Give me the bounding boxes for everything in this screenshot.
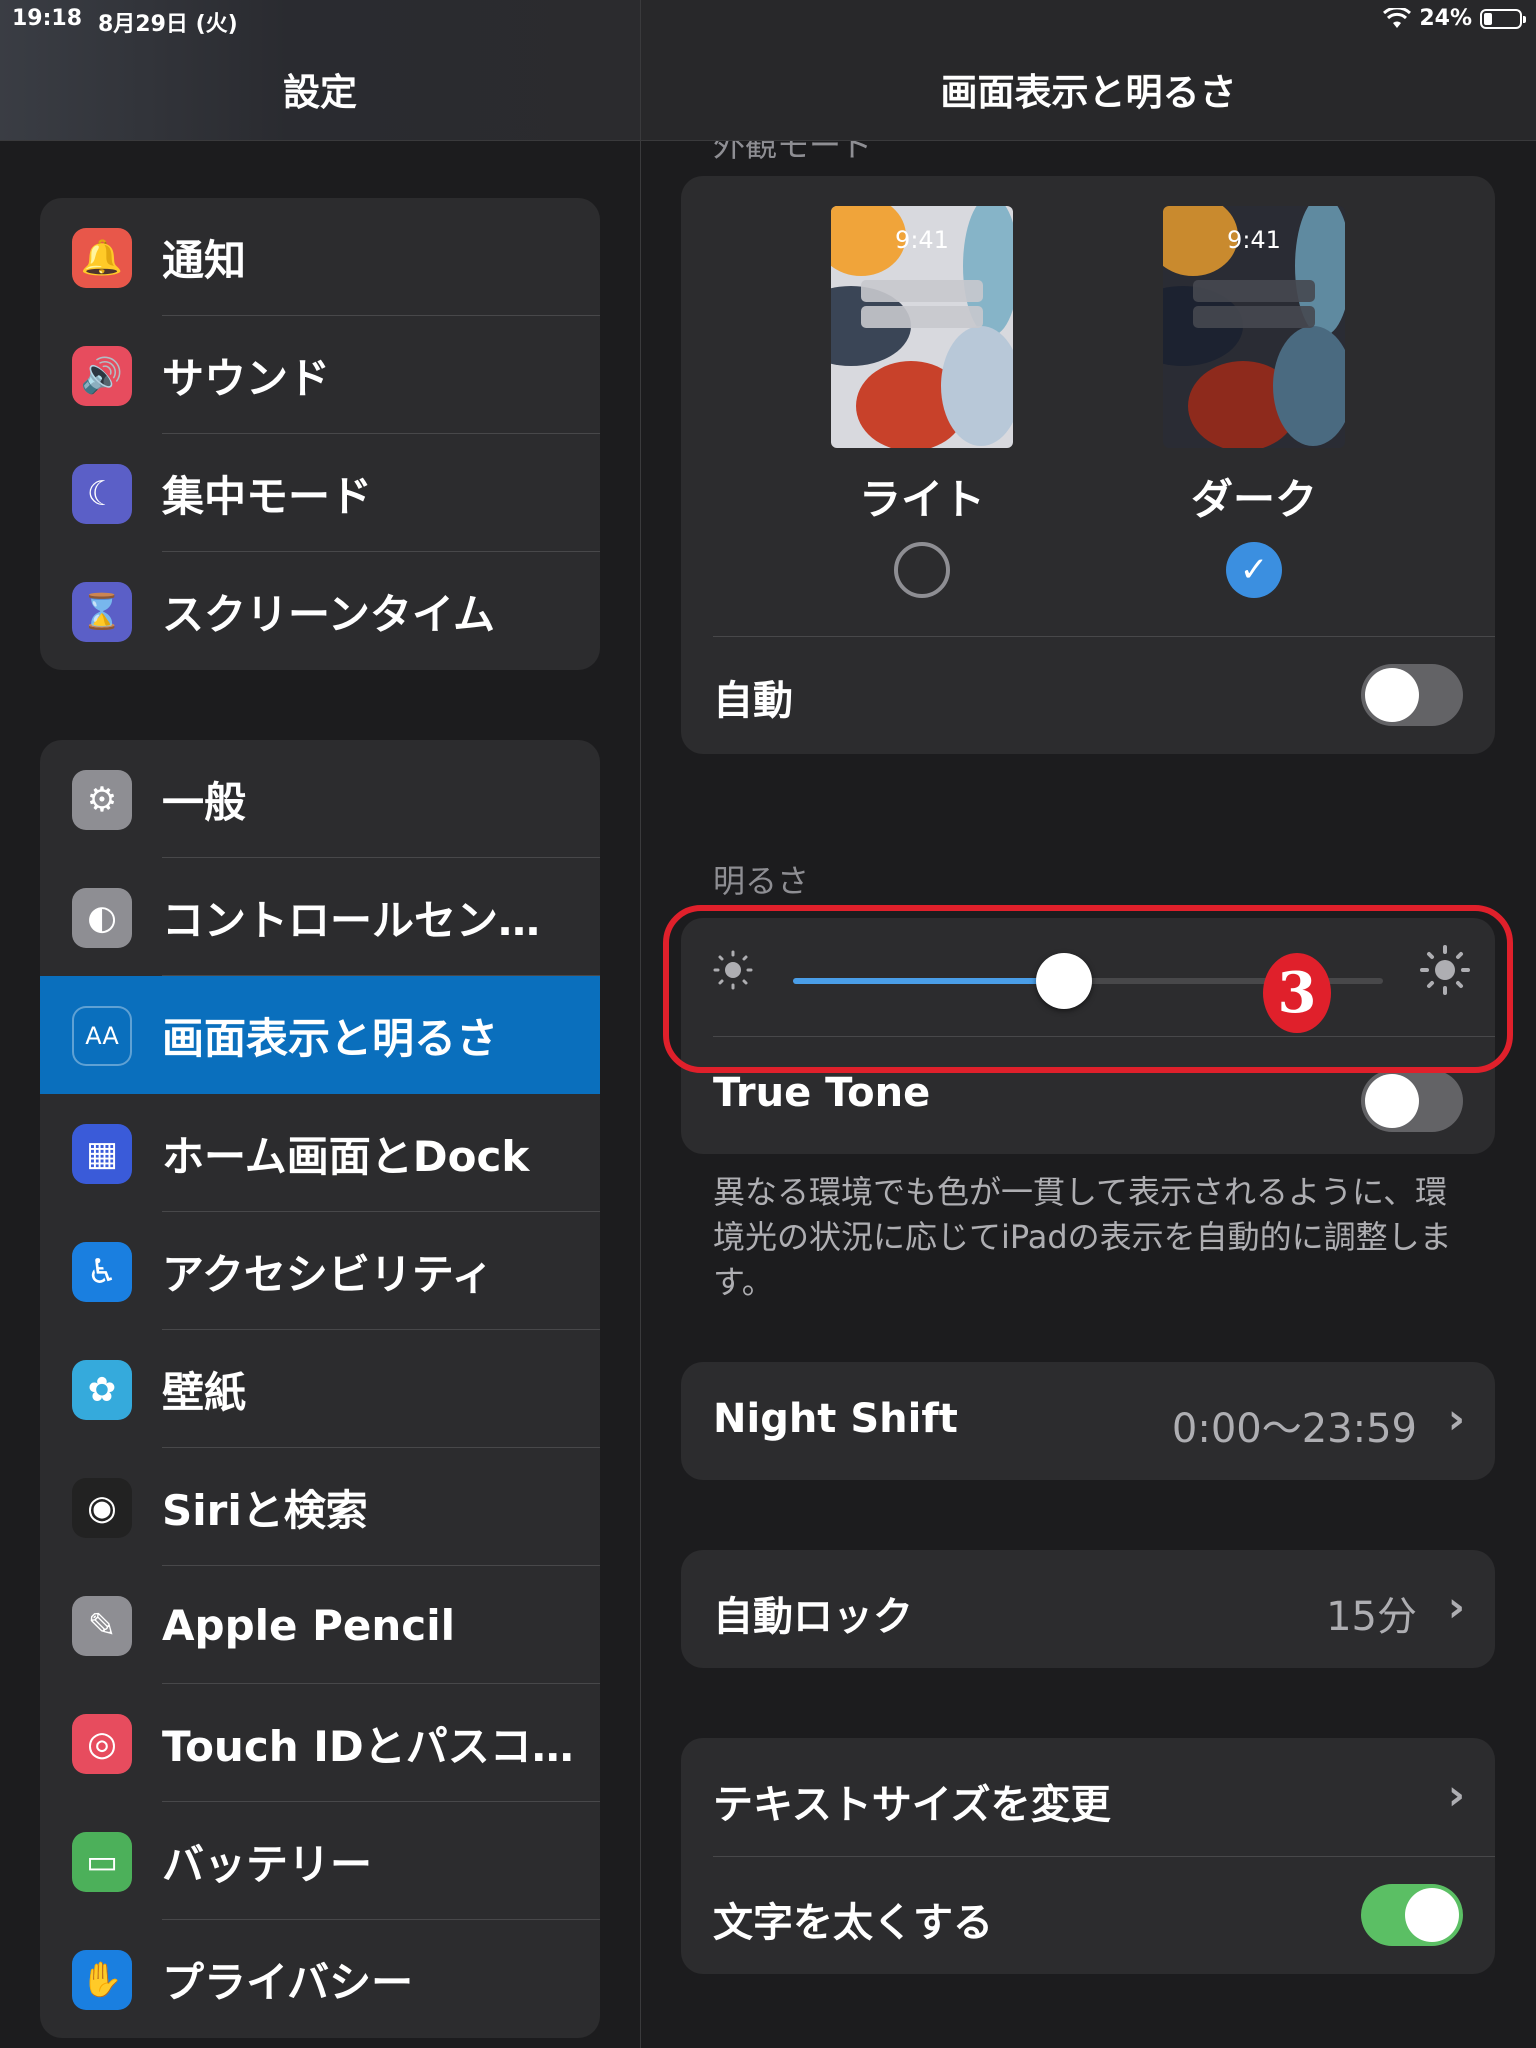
night-shift-row[interactable]: Night Shift 0:00〜23:59 ›	[681, 1362, 1495, 1480]
sidebar-item[interactable]: ✎ Apple Pencil	[40, 1566, 600, 1684]
sidebar-title: 設定	[283, 71, 357, 114]
toggle-knob	[1405, 1888, 1459, 1942]
divider	[713, 636, 1495, 637]
sidebar-item-label: サウンド	[162, 353, 331, 403]
text-settings-card: テキストサイズを変更 › 文字を太くする	[681, 1738, 1495, 1974]
light-preview[interactable]: 9:41	[831, 206, 1013, 448]
hourglass-icon: ⌛	[72, 582, 132, 642]
sidebar-item[interactable]: ♿ アクセシビリティ	[40, 1212, 600, 1330]
sidebar-item-label: コントロールセン…	[162, 895, 541, 945]
bold-text-label: 文字を太くする	[713, 1900, 993, 1946]
sidebar-item-label: プライバシー	[162, 1957, 414, 2007]
preview-widget	[1193, 306, 1315, 328]
dark-preview-time: 9:41	[1227, 226, 1281, 254]
appearance-card: 9:41 9:41 ライト ダーク ✓ 自動	[681, 176, 1495, 754]
night-shift-label: Night Shift	[713, 1396, 958, 1442]
sidebar-item[interactable]: AA 画面表示と明るさ	[40, 976, 600, 1094]
sidebar-item[interactable]: ☾ 集中モード	[40, 434, 600, 552]
split-divider	[640, 0, 641, 2048]
sidebar-item[interactable]: ▦ ホーム画面とDock	[40, 1094, 600, 1212]
text-size-label: テキストサイズを変更	[713, 1782, 1111, 1828]
sidebar-item-label: ホーム画面とDock	[162, 1131, 530, 1181]
sidebar-item[interactable]: ◉ Siriと検索	[40, 1448, 600, 1566]
sidebar-item-label: 通知	[162, 235, 247, 285]
preview-widget	[861, 306, 983, 328]
true-tone-footnote: 異なる環境でも色が一貫して表示されるように、環境光の状況に応じてiPadの表示を…	[713, 1173, 1452, 1301]
sidebar-group-general: ⚙ 一般 ◐ コントロールセン… AA 画面表示と明るさ ▦ ホーム画面とDock ♿ アクセシビ…	[40, 740, 600, 2038]
battery-icon: ▭	[72, 1832, 132, 1892]
sidebar-item[interactable]: 🔊 サウンド	[40, 316, 600, 434]
status-date: 8月29日 (火)	[98, 12, 238, 37]
brightness-section-label: 明るさ	[713, 862, 810, 900]
sidebar-item-label: Touch IDとパスコ…	[162, 1721, 574, 1771]
toggle-knob	[1365, 1074, 1419, 1128]
speaker-icon: 🔊	[72, 346, 132, 406]
bold-text-toggle[interactable]	[1361, 1884, 1463, 1946]
auto-lock-label: 自動ロック	[713, 1594, 913, 1640]
sidebar-item-label: Apple Pencil	[162, 1600, 455, 1650]
status-time: 19:18	[12, 6, 83, 31]
sidebar-item-label: スクリーンタイム	[162, 589, 496, 639]
sidebar-item-label: 集中モード	[162, 471, 373, 521]
pencil-icon: ✎	[72, 1596, 132, 1656]
auto-lock-row[interactable]: 自動ロック 15分 ›	[681, 1550, 1495, 1668]
checkmark-icon: ✓	[1239, 550, 1269, 590]
moon-icon: ☾	[72, 464, 132, 524]
text-size-icon: AA	[72, 1006, 132, 1066]
sidebar-item-label: 画面表示と明るさ	[162, 1013, 499, 1063]
light-preview-time: 9:41	[895, 226, 949, 254]
sidebar-item[interactable]: ◎ Touch IDとパスコ…	[40, 1684, 600, 1802]
sidebar-item-label: バッテリー	[162, 1839, 373, 1889]
sidebar-item-label: アクセシビリティ	[162, 1249, 494, 1299]
annotation-highlight	[663, 905, 1513, 1073]
auto-appearance-toggle[interactable]	[1361, 664, 1463, 726]
text-size-row[interactable]: テキストサイズを変更 ›	[681, 1738, 1495, 1856]
dark-mode-label: ダーク	[1190, 475, 1317, 524]
chevron-right-icon: ›	[1447, 1770, 1465, 1819]
status-bar: 19:18 8月29日 (火) 24%	[0, 0, 1536, 40]
chevron-right-icon: ›	[1447, 1394, 1465, 1443]
hand-icon: ✋	[72, 1950, 132, 2010]
true-tone-label: True Tone	[713, 1070, 931, 1116]
toggles-icon: ◐	[72, 888, 132, 948]
battery-percent: 24%	[1419, 6, 1472, 31]
divider	[713, 1856, 1495, 1857]
sidebar-group-notifications: 🔔 通知 🔊 サウンド ☾ 集中モード ⌛ スクリーンタイム	[40, 198, 600, 670]
light-mode-radio[interactable]	[894, 542, 950, 598]
flower-icon: ✿	[72, 1360, 132, 1420]
wifi-icon	[1383, 7, 1412, 28]
dark-mode-radio[interactable]: ✓	[1226, 542, 1282, 598]
home-grid-icon: ▦	[72, 1124, 132, 1184]
sidebar-item[interactable]: ⌛ スクリーンタイム	[40, 552, 600, 670]
fingerprint-icon: ◎	[72, 1714, 132, 1774]
sidebar-item[interactable]: 🔔 通知	[40, 198, 600, 316]
auto-lock-value: 15分	[1326, 1594, 1417, 1640]
sidebar: 設定 🔔 通知 🔊 サウンド ☾ 集中モード ⌛ スクリーンタイム ⚙ 一般 ◐ コントロールセン……	[0, 0, 640, 2048]
sidebar-item-label: 壁紙	[162, 1367, 247, 1417]
sidebar-item[interactable]: ✋ プライバシー	[40, 1920, 600, 2038]
sidebar-item-label: 一般	[162, 777, 247, 827]
sidebar-item[interactable]: ▭ バッテリー	[40, 1802, 600, 1920]
bell-icon: 🔔	[72, 228, 132, 288]
chevron-right-icon: ›	[1447, 1582, 1465, 1631]
siri-icon: ◉	[72, 1478, 132, 1538]
light-mode-label: ライト	[858, 475, 985, 524]
preview-widget	[861, 280, 983, 302]
annotation-badge: 3	[1263, 953, 1331, 1033]
sidebar-item-label: Siriと検索	[162, 1485, 368, 1535]
night-shift-value: 0:00〜23:59	[1171, 1406, 1417, 1452]
accessibility-icon: ♿	[72, 1242, 132, 1302]
battery-icon	[1480, 8, 1526, 29]
gear-icon: ⚙	[72, 770, 132, 830]
toggle-knob	[1365, 668, 1419, 722]
preview-widget	[1193, 280, 1315, 302]
page-title: 画面表示と明るさ	[940, 71, 1237, 114]
dark-preview[interactable]: 9:41	[1163, 206, 1345, 448]
sidebar-item[interactable]: ◐ コントロールセン…	[40, 858, 600, 976]
true-tone-toggle[interactable]	[1361, 1070, 1463, 1132]
status-right: 24%	[1383, 6, 1526, 31]
sidebar-item[interactable]: ✿ 壁紙	[40, 1330, 600, 1448]
auto-appearance-label: 自動	[713, 678, 793, 724]
sidebar-item[interactable]: ⚙ 一般	[40, 740, 600, 858]
